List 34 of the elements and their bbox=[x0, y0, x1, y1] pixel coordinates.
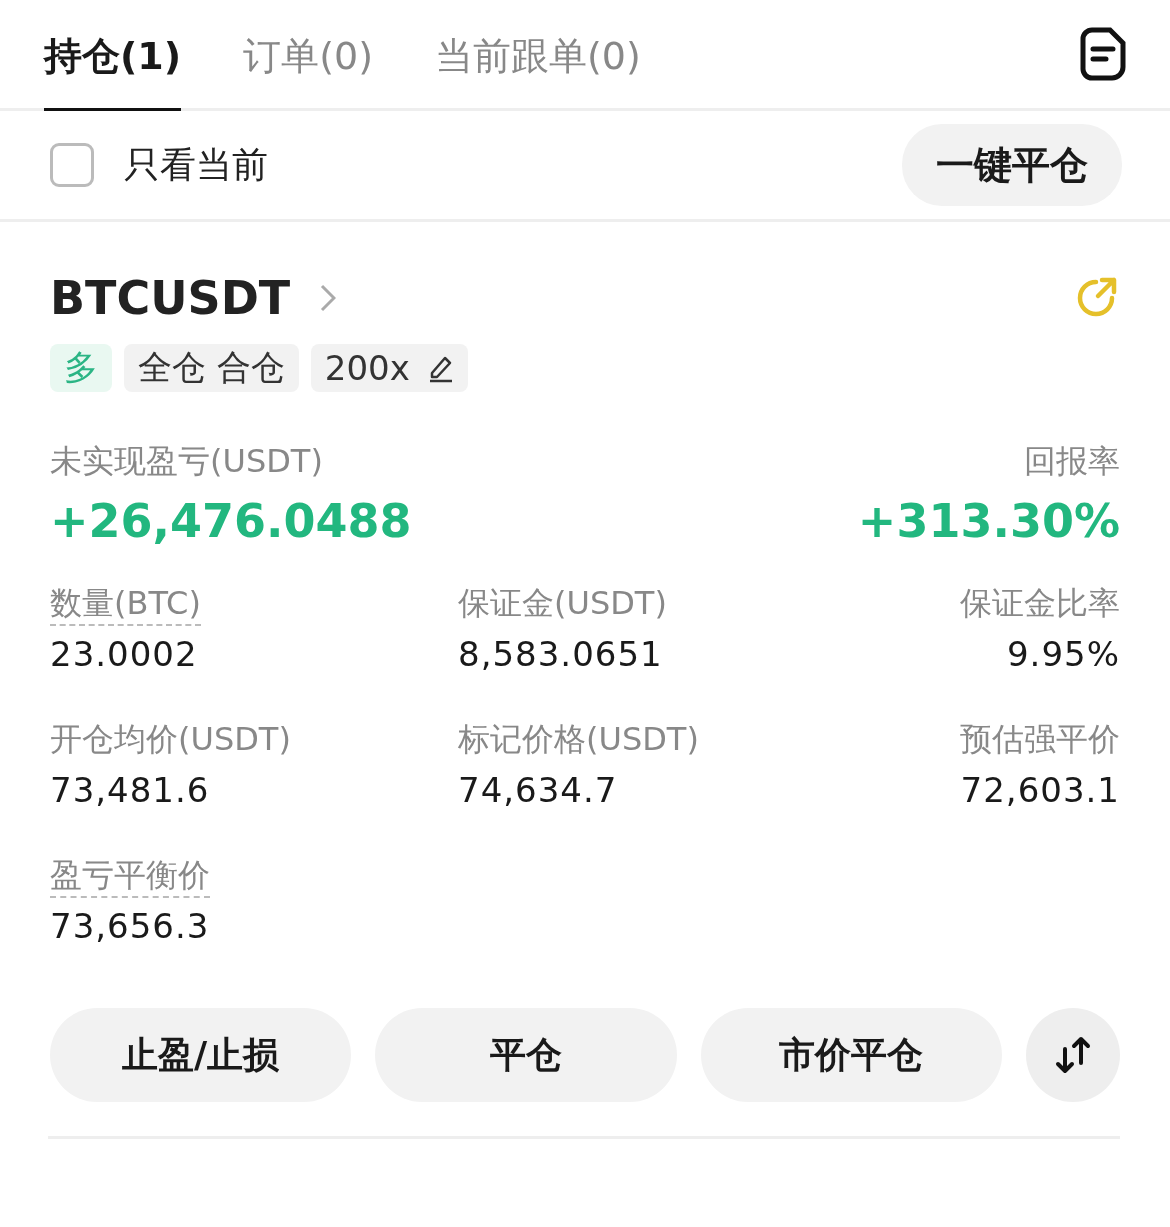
checkbox[interactable] bbox=[50, 143, 94, 187]
action-button[interactable]: 止盈/止损 bbox=[50, 1008, 352, 1102]
filter-label: 只看当前 bbox=[124, 142, 268, 187]
chevron-right-icon[interactable] bbox=[320, 284, 337, 312]
field-label: 保证金比率 bbox=[960, 583, 1120, 624]
pnl-value: +26,476.0488 bbox=[50, 494, 412, 548]
field-label[interactable]: 盈亏平衡价 bbox=[50, 854, 210, 898]
field-value: 74,634.7 bbox=[458, 770, 618, 810]
action-button[interactable]: 平仓 bbox=[375, 1008, 677, 1102]
field-label: 预估强平价 bbox=[960, 719, 1120, 760]
field-value: 73,481.6 bbox=[50, 770, 210, 810]
field-value: 73,656.3 bbox=[50, 906, 210, 946]
close-all-button[interactable]: 一键平仓 bbox=[902, 124, 1122, 206]
tab[interactable]: 持仓(1) bbox=[44, 0, 182, 111]
field-label[interactable]: 数量(BTC) bbox=[50, 582, 201, 626]
field-value: 9.95% bbox=[1007, 634, 1120, 674]
field-value: 72,603.1 bbox=[960, 770, 1120, 810]
symbol-name: BTCUSDT bbox=[50, 271, 291, 325]
field-value: 8,583.0651 bbox=[458, 634, 663, 674]
document-icon[interactable] bbox=[1080, 27, 1126, 81]
field-label: 保证金(USDT) bbox=[458, 583, 667, 624]
leverage-text: 200x bbox=[324, 348, 410, 388]
tab[interactable]: 订单(0) bbox=[243, 0, 373, 111]
tab[interactable]: 当前跟单(0) bbox=[435, 0, 641, 111]
pnl-label: 未实现盈亏(USDT) bbox=[50, 441, 323, 482]
long-tag: 多 bbox=[50, 344, 112, 392]
roe-label: 回报率 bbox=[1024, 441, 1120, 482]
roe-value: +313.30% bbox=[857, 494, 1120, 548]
field-value: 23.0002 bbox=[50, 634, 198, 674]
field-label: 开仓均价(USDT) bbox=[50, 719, 291, 760]
field-label: 标记价格(USDT) bbox=[458, 719, 699, 760]
leverage-tag[interactable]: 200x bbox=[310, 344, 468, 392]
margin-mode-tag: 全仓 合仓 bbox=[124, 344, 299, 392]
action-button[interactable]: 市价平仓 bbox=[700, 1008, 1003, 1102]
